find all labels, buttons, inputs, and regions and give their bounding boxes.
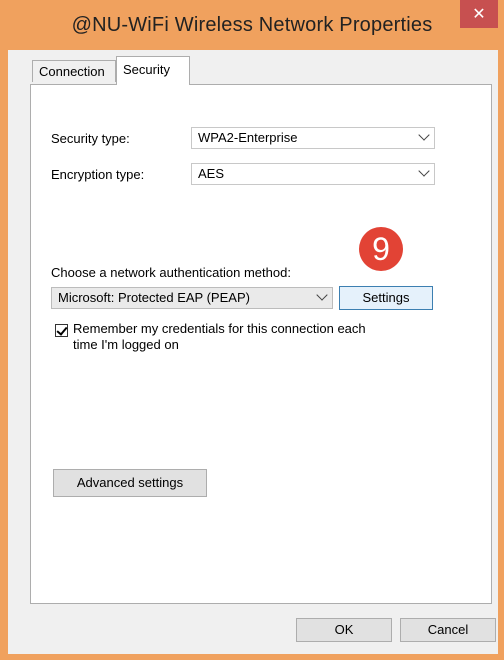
ok-button[interactable]: OK	[296, 618, 392, 642]
security-type-value: WPA2-Enterprise	[198, 130, 298, 145]
step-number-badge: 9	[359, 227, 403, 271]
checkmark-icon	[56, 324, 68, 336]
security-type-select[interactable]: WPA2-Enterprise	[191, 127, 435, 149]
tab-connection[interactable]: Connection	[32, 60, 116, 82]
encryption-type-label: Encryption type:	[51, 167, 145, 182]
encryption-type-value: AES	[198, 166, 225, 181]
encryption-type-select[interactable]: AES	[191, 163, 435, 185]
auth-method-value: Microsoft: Protected EAP (PEAP)	[58, 290, 250, 305]
close-icon: ✕	[472, 4, 486, 23]
auth-method-select[interactable]: Microsoft: Protected EAP (PEAP)	[51, 287, 333, 309]
window-title: @NU-WiFi Wireless Network Properties	[71, 14, 433, 36]
remember-credentials-label[interactable]: Remember my credentials for this connect…	[73, 321, 366, 353]
title-bar[interactable]: @NU-WiFi Wireless Network Properties ✕	[0, 0, 504, 50]
chevron-down-icon	[418, 129, 430, 141]
close-button[interactable]: ✕	[460, 0, 498, 28]
tab-security[interactable]: Security	[116, 56, 190, 85]
properties-window: @NU-WiFi Wireless Network Properties ✕ C…	[0, 0, 504, 660]
chevron-down-icon	[316, 289, 328, 301]
cancel-button[interactable]: Cancel	[400, 618, 496, 642]
security-tab-panel: Security type: WPA2-Enterprise Encryptio…	[30, 84, 492, 604]
remember-label-line-1: Remember my credentials for this connect…	[73, 321, 366, 336]
settings-button[interactable]: Settings	[339, 286, 433, 310]
advanced-settings-button[interactable]: Advanced settings	[53, 469, 207, 497]
auth-method-label: Choose a network authentication method:	[51, 265, 291, 280]
security-type-label: Security type:	[51, 131, 130, 146]
dialog-client-area: Connection Security Security type: WPA2-…	[8, 50, 498, 654]
remember-credentials-checkbox[interactable]	[55, 324, 68, 337]
remember-label-line-2: time I'm logged on	[73, 337, 179, 352]
chevron-down-icon	[418, 165, 430, 177]
